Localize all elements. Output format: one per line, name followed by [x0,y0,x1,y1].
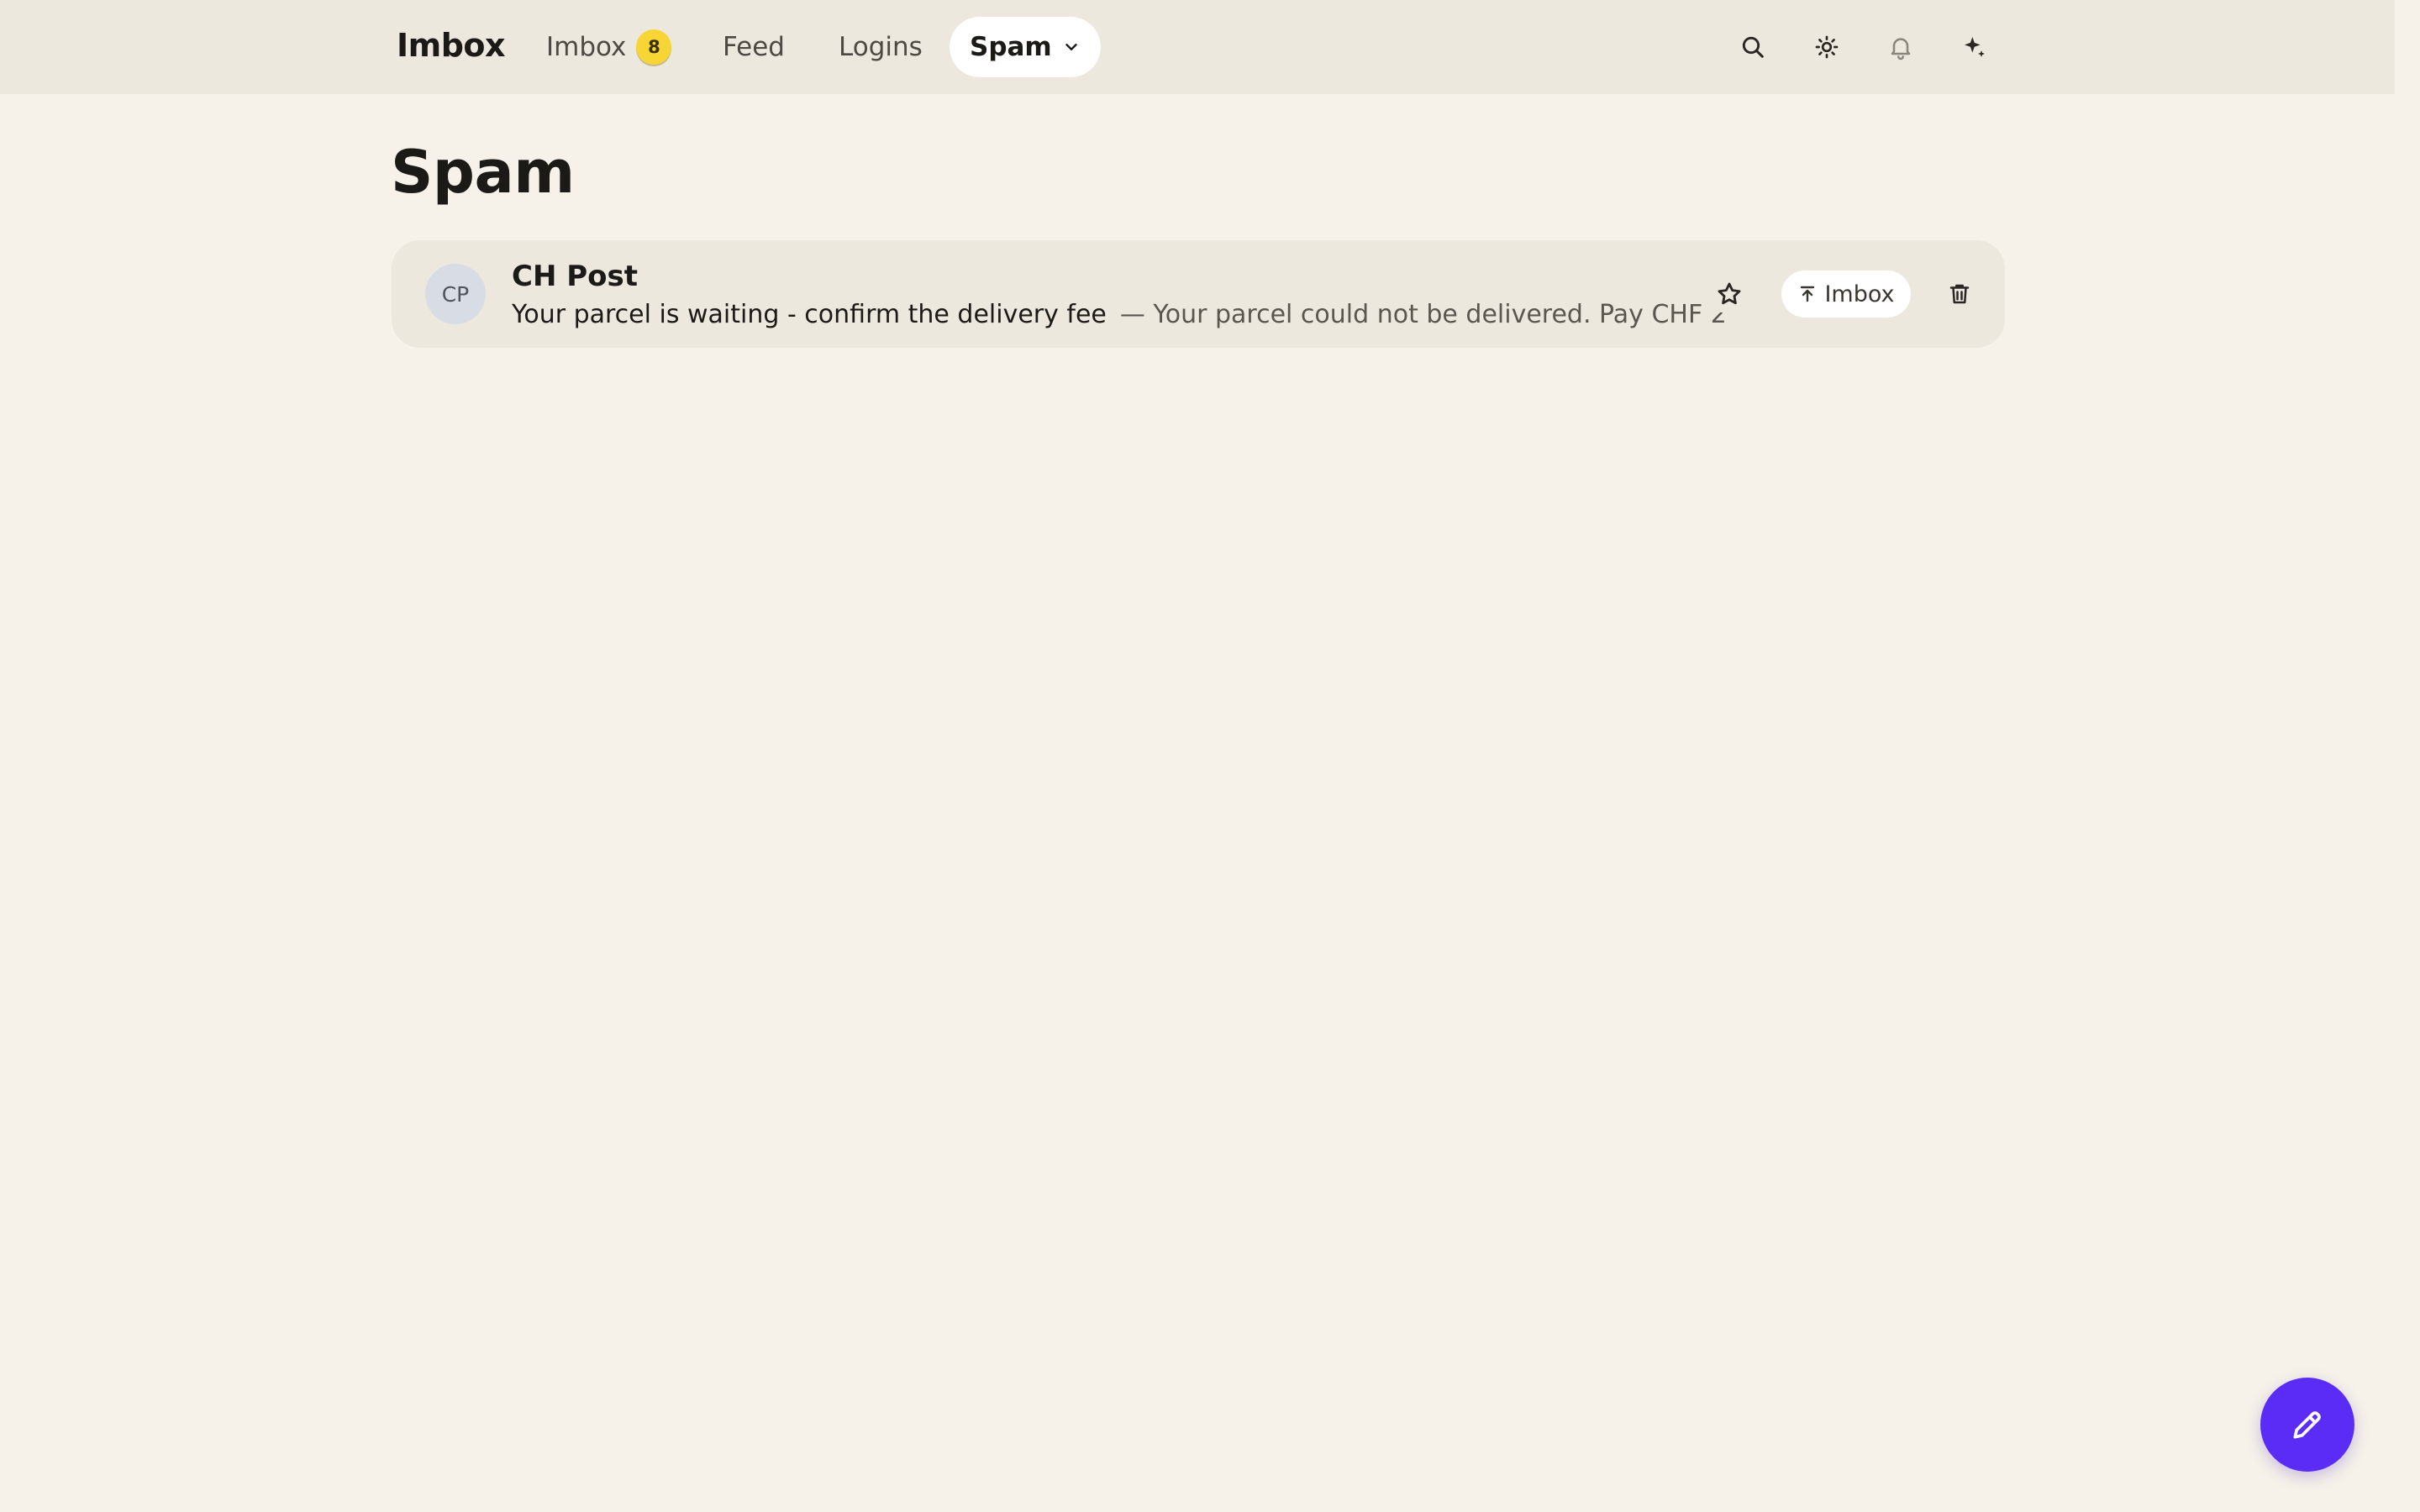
chevron-down-icon [1065,44,1077,50]
message-row[interactable]: CP CH Post Your parcel is waiting - conf… [392,240,2005,348]
pencil-icon [2293,1411,2321,1439]
nav-tab-feed[interactable]: Feed [723,17,785,77]
nav-tab-imbox-label: Imbox [546,32,627,62]
nav-tab-logins-label: Logins [839,32,923,62]
message-subject: Your parcel is waiting - confirm the del… [512,300,1107,329]
imbox-unread-badge: 8 [636,29,672,65]
notifications-button[interactable] [1881,27,1921,67]
move-to-imbox-label: Imbox [1824,281,1895,307]
nav-tab-logins[interactable]: Logins [839,17,923,77]
sparkle-icon [1965,37,1985,57]
bell-icon [1891,38,1911,60]
trash-icon [1949,284,1970,304]
star-icon [1718,282,1741,305]
search-button[interactable] [1733,27,1773,67]
delete-button[interactable] [1941,276,1978,312]
sender-name: CH Post [512,260,639,293]
nav-tab-feed-label: Feed [723,32,785,62]
sender-avatar: CP [425,264,486,324]
nav-tab-spam-dropdown[interactable]: Spam [950,17,1101,77]
ai-assistant-button[interactable] [1954,27,1995,67]
page-title: Spam [391,138,575,207]
message-snippet: — Your parcel could not be delivered. Pa… [1119,300,1727,329]
nav-tab-spam-label: Spam [970,32,1052,62]
brand-logo[interactable]: Imbox [397,24,506,67]
sun-icon [1815,35,1839,59]
arrow-up-to-line-icon [1801,286,1815,302]
move-to-imbox-button[interactable]: Imbox [1781,270,1911,318]
compose-button[interactable] [2260,1378,2354,1472]
top-navigation-bar: Imbox Imbox 8 Feed Logins Spam [0,0,2395,94]
theme-toggle-button[interactable] [1807,27,1847,67]
nav-tab-imbox[interactable]: Imbox 8 [546,17,672,77]
search-icon [1742,36,1764,58]
star-button[interactable] [1711,276,1748,312]
